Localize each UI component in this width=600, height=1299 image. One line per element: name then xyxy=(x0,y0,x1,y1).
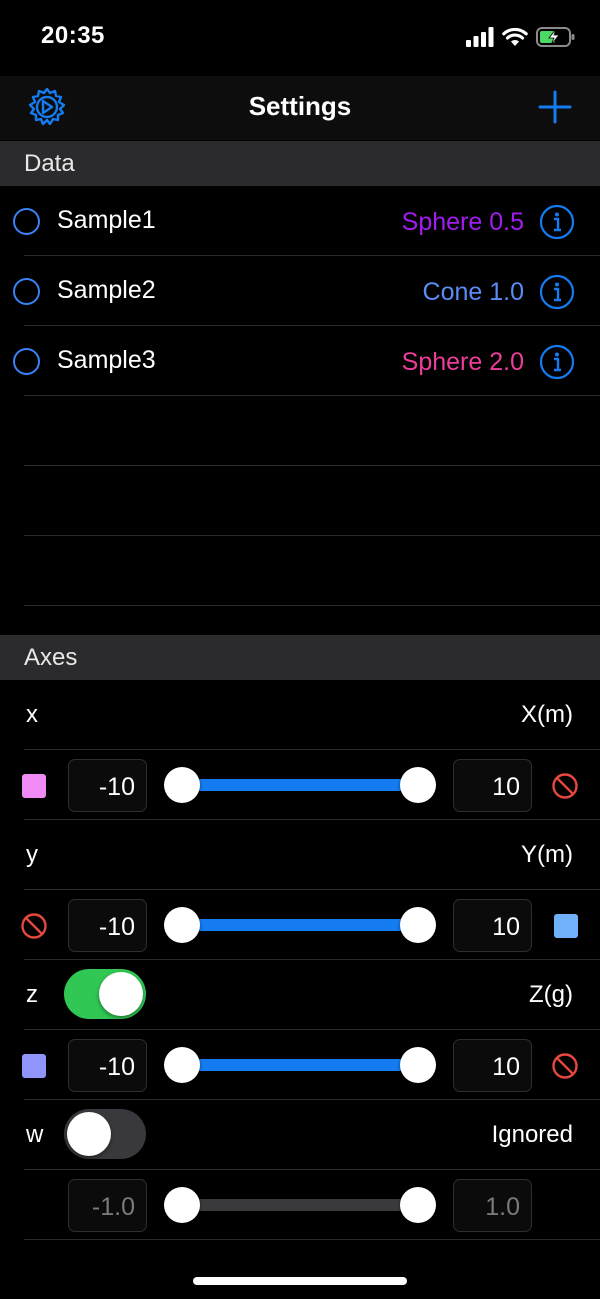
axis-min-field: -1.0 xyxy=(68,1179,147,1232)
axis-min-field[interactable]: -10 xyxy=(68,759,147,812)
data-item-name: Sample1 xyxy=(57,206,156,234)
wifi-icon xyxy=(502,27,528,46)
axis-unit-label[interactable]: Ignored xyxy=(492,1121,573,1149)
status-time: 20:35 xyxy=(41,22,105,49)
slider-track xyxy=(182,919,418,931)
plus-icon[interactable] xyxy=(536,88,574,126)
axis-max-field: 1.0 xyxy=(453,1179,532,1232)
axis-row-w: w Ignored xyxy=(0,1100,600,1170)
axis-label: x xyxy=(26,701,38,728)
axis-row-z: z Z(g) xyxy=(0,960,600,1030)
info-icon[interactable] xyxy=(539,344,575,380)
page-title: Settings xyxy=(248,91,352,121)
toggle-knob xyxy=(67,1112,111,1156)
axis-min-field[interactable]: -10 xyxy=(68,1039,147,1092)
toggle-knob xyxy=(99,972,143,1016)
axis-unit-label[interactable]: Y(m) xyxy=(521,841,573,869)
data-row-sample3[interactable]: Sample3 Sphere 2.0 xyxy=(0,326,600,396)
slider-track xyxy=(182,1199,418,1211)
radio-button[interactable] xyxy=(13,348,40,375)
data-item-value: Cone 1.0 xyxy=(422,278,524,306)
slider-min-thumb xyxy=(164,1187,200,1223)
axis-row-x: x X(m) xyxy=(0,680,600,750)
no-symbol-icon[interactable] xyxy=(551,772,579,800)
radio-button[interactable] xyxy=(13,208,40,235)
no-symbol-icon[interactable] xyxy=(551,1052,579,1080)
axis-unit-label[interactable]: Z(g) xyxy=(529,981,573,1009)
range-slider[interactable] xyxy=(164,1047,436,1083)
nav-bar: Settings xyxy=(0,76,600,140)
slider-track xyxy=(182,1059,418,1071)
range-slider[interactable] xyxy=(164,767,436,803)
axis-range-row-w: -1.0 1.0 xyxy=(0,1170,600,1240)
slider-max-thumb[interactable] xyxy=(400,907,436,943)
axis-min-field[interactable]: -10 xyxy=(68,899,147,952)
slider-min-thumb[interactable] xyxy=(164,1047,200,1083)
empty-row xyxy=(0,536,600,606)
axes-section-title: Axes xyxy=(24,644,78,671)
data-item-value: Sphere 2.0 xyxy=(401,348,524,376)
info-icon[interactable] xyxy=(539,204,575,240)
add-plus-button[interactable] xyxy=(536,88,574,126)
data-row-sample2[interactable]: Sample2 Cone 1.0 xyxy=(0,256,600,326)
slider-max-thumb xyxy=(400,1187,436,1223)
axes-section-header: Axes xyxy=(0,635,600,680)
no-symbol-icon[interactable] xyxy=(20,912,48,940)
axis-range-row-z: -10 10 xyxy=(0,1030,600,1100)
data-section-title: Data xyxy=(24,150,75,177)
slider-min-thumb[interactable] xyxy=(164,767,200,803)
color-swatch[interactable] xyxy=(22,1054,46,1078)
status-icons xyxy=(466,25,576,49)
axis-range-row-x: -10 10 xyxy=(0,750,600,820)
data-row-sample1[interactable]: Sample1 Sphere 0.5 xyxy=(0,186,600,256)
slider-min-thumb[interactable] xyxy=(164,907,200,943)
empty-row xyxy=(0,396,600,466)
axis-max-field[interactable]: 10 xyxy=(453,1039,532,1092)
data-section-header: Data xyxy=(0,141,600,186)
status-bar: 20:35 xyxy=(0,0,600,76)
row-separator xyxy=(24,1239,600,1240)
data-item-name: Sample3 xyxy=(57,346,156,374)
color-swatch[interactable] xyxy=(554,914,578,938)
data-item-name: Sample2 xyxy=(57,276,156,304)
axis-label: z xyxy=(26,981,38,1008)
axis-unit-label[interactable]: X(m) xyxy=(521,701,573,729)
slider-max-thumb[interactable] xyxy=(400,767,436,803)
row-separator xyxy=(24,605,600,606)
battery-charging-icon xyxy=(536,27,575,47)
axis-range-row-y: -10 10 xyxy=(0,890,600,960)
color-swatch[interactable] xyxy=(22,774,46,798)
home-indicator[interactable] xyxy=(193,1277,407,1285)
axis-max-field[interactable]: 10 xyxy=(453,899,532,952)
info-icon[interactable] xyxy=(539,274,575,310)
axis-enable-toggle[interactable] xyxy=(64,969,146,1019)
axis-label: y xyxy=(26,841,38,868)
range-slider[interactable] xyxy=(164,907,436,943)
axis-row-y: y Y(m) xyxy=(0,820,600,890)
axis-label: w xyxy=(26,1121,44,1148)
empty-row xyxy=(0,466,600,536)
range-slider xyxy=(164,1187,436,1223)
axis-enable-toggle[interactable] xyxy=(64,1109,146,1159)
slider-max-thumb[interactable] xyxy=(400,1047,436,1083)
signal-icon xyxy=(466,27,494,47)
axis-max-field[interactable]: 10 xyxy=(453,759,532,812)
data-item-value: Sphere 0.5 xyxy=(401,208,524,236)
slider-track xyxy=(182,779,418,791)
radio-button[interactable] xyxy=(13,278,40,305)
